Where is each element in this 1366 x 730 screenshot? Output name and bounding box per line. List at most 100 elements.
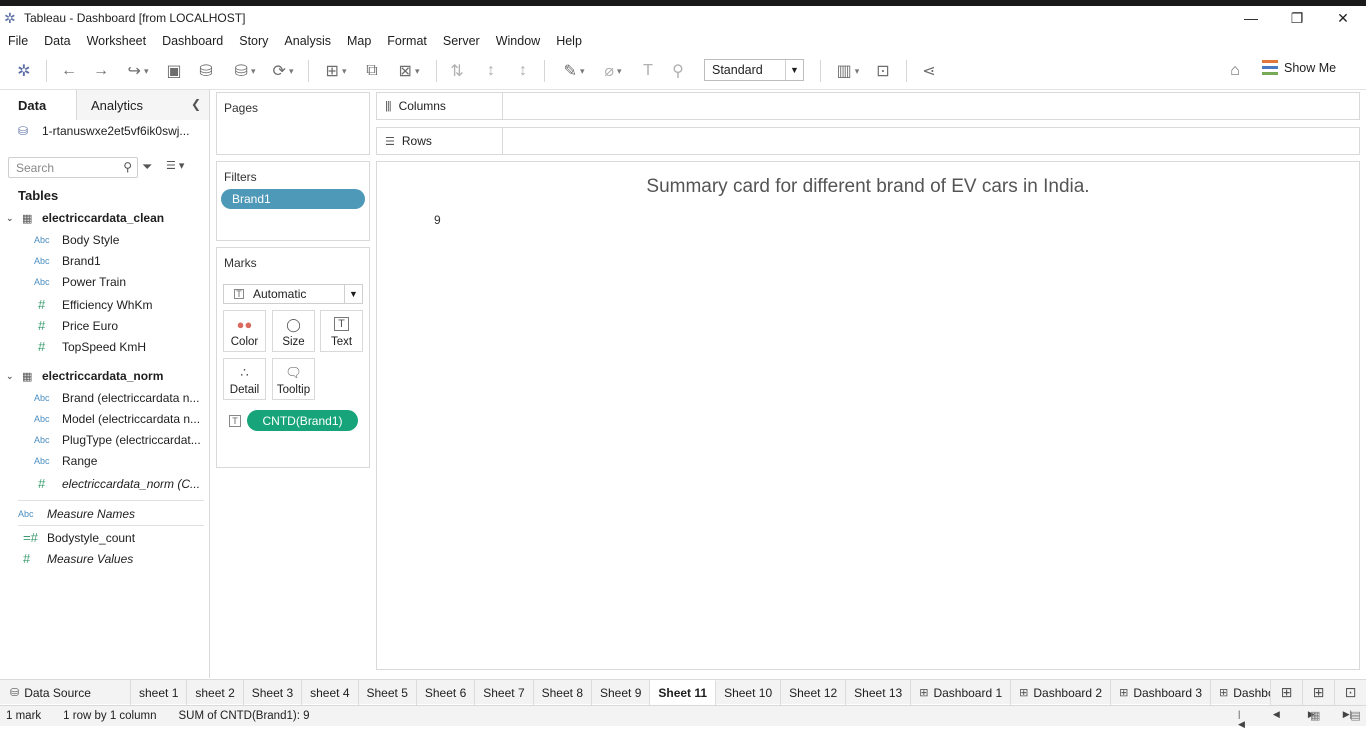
menu-analysis[interactable]: Analysis (276, 34, 339, 48)
first-sheet-icon[interactable]: |◀ (1238, 709, 1245, 730)
tab-dashboard[interactable]: ⊞ Dashboard 2 (1011, 680, 1112, 705)
field-item[interactable]: Abc PlugType (electriccardat... (34, 433, 206, 447)
field-item[interactable]: # TopSpeed KmH (34, 339, 206, 354)
field-item[interactable]: Abc Body Style (34, 233, 206, 247)
tab-sheet[interactable]: Sheet 7 (475, 680, 534, 705)
tooltip-button[interactable]: 🗨 Tooltip (272, 358, 315, 400)
tab-dashboard[interactable]: ⊞ Dashboard 3 (1111, 680, 1212, 705)
tab-sheet[interactable]: sheet 1 (131, 680, 188, 705)
chart-bars-icon[interactable]: ▥ (832, 60, 864, 82)
new-story-icon[interactable]: ⊡ (1334, 680, 1366, 705)
menu-story[interactable]: Story (231, 34, 276, 48)
search-input[interactable]: Search ⚲ (8, 157, 138, 178)
swap-icon[interactable]: ⇅ (446, 60, 468, 82)
restore-icon[interactable]: ❐ (1274, 6, 1320, 30)
color-button[interactable]: ●● Color (223, 310, 266, 352)
tableau-logo-icon[interactable]: ✲ (14, 60, 34, 82)
field-item[interactable]: Abc Model (electriccardata n... (34, 412, 206, 426)
collapse-pane-icon[interactable]: ❮ (191, 97, 201, 111)
redo-icon[interactable]: → (90, 60, 112, 82)
tab-dashboard[interactable]: ⊞ Dashboard 1 (911, 680, 1012, 705)
menu-server[interactable]: Server (435, 34, 488, 48)
group-icon[interactable]: ⌀ (596, 60, 630, 82)
minimize-icon[interactable]: — (1228, 6, 1274, 30)
table-header[interactable]: ⌄ ▦ electriccardata_norm (6, 369, 163, 383)
menu-help[interactable]: Help (548, 34, 590, 48)
show-filmstrip-icon[interactable]: ▤ (1350, 709, 1360, 722)
presentation-mode-icon[interactable]: ⊡ (872, 60, 894, 82)
show-sheet-sorter-icon[interactable]: ▦ (1310, 709, 1320, 722)
tab-sheet[interactable]: sheet 2 (187, 680, 244, 705)
menu-worksheet[interactable]: Worksheet (79, 34, 155, 48)
tab-data[interactable]: Data (0, 90, 77, 120)
clear-sheet-icon[interactable]: ⊠ (392, 60, 426, 82)
sort-ascending-icon[interactable]: ↕ (480, 60, 502, 82)
menu-format[interactable]: Format (379, 34, 435, 48)
view-title[interactable]: Summary card for different brand of EV c… (377, 176, 1359, 198)
view-canvas[interactable]: Summary card for different brand of EV c… (376, 161, 1360, 670)
tab-analytics[interactable]: Analytics (77, 90, 209, 120)
menu-window[interactable]: Window (488, 34, 548, 48)
field-item[interactable]: Abc Brand1 (34, 254, 206, 268)
field-item[interactable]: # electriccardata_norm (C... (34, 476, 206, 491)
tab-sheet[interactable]: Sheet 6 (417, 680, 476, 705)
menu-data[interactable]: Data (36, 34, 78, 48)
field-item[interactable]: Abc Measure Names (18, 507, 135, 521)
tab-sheet[interactable]: Sheet 10 (716, 680, 782, 705)
chevron-down-icon[interactable]: ▼ (785, 60, 803, 80)
new-worksheet-icon[interactable]: ⊞ (318, 60, 354, 82)
view-options-icon[interactable]: ☰ ▾ (166, 159, 184, 172)
tab-sheet[interactable]: Sheet 13 (846, 680, 912, 705)
detail-button[interactable]: ∴ Detail (223, 358, 266, 400)
duplicate-icon[interactable]: ⧉ (362, 60, 382, 82)
collapse-icon[interactable]: ⌄ (6, 371, 18, 382)
text-button[interactable]: T Text (320, 310, 363, 352)
pages-card[interactable]: Pages (216, 92, 370, 155)
rows-shelf[interactable]: ☰ Rows (376, 127, 1360, 155)
tab-sheet[interactable]: Sheet 5 (359, 680, 417, 705)
filters-card[interactable]: Filters Brand1 (216, 161, 370, 241)
tab-sheet[interactable]: sheet 4 (302, 680, 359, 705)
close-icon[interactable]: ✕ (1320, 6, 1366, 30)
filter-pill-brand1[interactable]: Brand1 (221, 189, 365, 209)
show-me-button[interactable]: Show Me (1262, 60, 1336, 76)
size-button[interactable]: ◯ Size (272, 310, 315, 352)
field-item[interactable]: Abc Brand (electriccardata n... (34, 391, 206, 405)
field-item[interactable]: =# Bodystyle_count (18, 530, 135, 545)
tab-sheet[interactable]: Sheet 3 (244, 680, 303, 705)
pause-updates-icon[interactable]: ⛁ (228, 60, 262, 82)
tab-sheet[interactable]: Sheet 12 (781, 680, 847, 705)
filter-icon[interactable]: ⏷ (142, 159, 152, 175)
format-painter-icon[interactable]: ⌂ (1224, 60, 1246, 82)
sort-descending-icon[interactable]: ↕ (512, 60, 534, 82)
new-datasource-icon[interactable]: ⛁ (196, 60, 216, 82)
tab-sheet[interactable]: Sheet 8 (534, 680, 592, 705)
field-item[interactable]: # Price Euro (34, 318, 206, 333)
new-worksheet-icon[interactable]: ⊞ (1270, 680, 1302, 705)
tab-sheet-active[interactable]: Sheet 11 (650, 680, 717, 705)
fit-select[interactable]: Standard ▼ (704, 59, 804, 81)
table-header[interactable]: ⌄ ▦ electriccardata_clean (6, 211, 164, 225)
mark-type-select[interactable]: T Automatic ▼ (223, 284, 363, 304)
tab-sheet[interactable]: Sheet 9 (592, 680, 651, 705)
cntd-brand1-pill[interactable]: CNTD(Brand1) (247, 410, 358, 431)
tab-data-source[interactable]: ⛁ Data Source (0, 680, 131, 705)
refresh-icon[interactable]: ⟳ (266, 60, 300, 82)
chevron-down-icon[interactable]: ▼ (344, 285, 362, 303)
menu-dashboard[interactable]: Dashboard (154, 34, 231, 48)
datasource-item[interactable]: ⛁ 1-rtanuswxe2et5vf6ik0swj... (18, 124, 189, 138)
summary-value[interactable]: 9 (434, 213, 441, 227)
field-item[interactable]: Abc Power Train (34, 275, 206, 289)
menu-map[interactable]: Map (339, 34, 379, 48)
field-item[interactable]: Abc Range (34, 454, 206, 468)
menu-file[interactable]: File (0, 34, 36, 48)
prev-sheet-icon[interactable]: ◀ (1273, 709, 1280, 730)
share-icon[interactable]: ⋖ (918, 60, 940, 82)
undo-icon[interactable]: ← (58, 60, 80, 82)
field-item[interactable]: # Efficiency WhKm (34, 297, 206, 312)
new-dashboard-icon[interactable]: ⊞ (1302, 680, 1334, 705)
highlight-icon[interactable]: ✎ (558, 60, 590, 82)
pin-icon[interactable]: ⚲ (668, 60, 688, 82)
field-item[interactable]: # Measure Values (18, 551, 133, 566)
columns-shelf[interactable]: ||| Columns (376, 92, 1360, 120)
